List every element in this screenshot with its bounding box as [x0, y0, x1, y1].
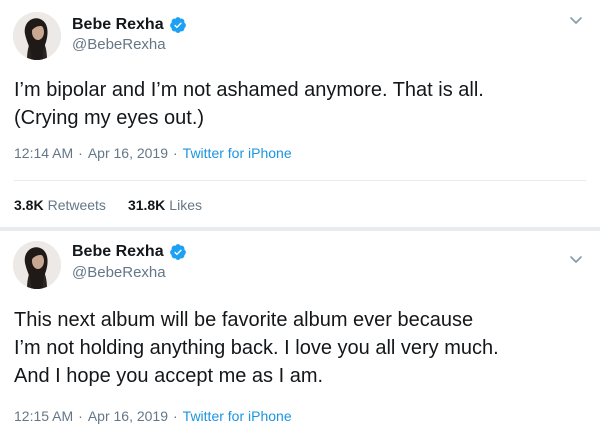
tweet-date[interactable]: Apr 16, 2019 — [88, 145, 168, 161]
tweet-text: I’m bipolar and I’m not ashamed anymore.… — [14, 79, 484, 129]
retweets-count: 3.8K — [14, 197, 44, 213]
tweet-text: This next album will be favorite album e… — [14, 309, 499, 387]
tweet-source-link[interactable]: Twitter for iPhone — [183, 408, 292, 424]
tweet-source-link[interactable]: Twitter for iPhone — [183, 145, 292, 161]
likes-stat[interactable]: 31.8K Likes — [128, 197, 202, 213]
avatar[interactable] — [13, 241, 61, 289]
author-handle[interactable]: @BebeRexha — [72, 36, 166, 53]
tweet-time[interactable]: 12:15 AM — [14, 408, 73, 424]
chevron-down-icon[interactable] — [568, 251, 584, 267]
tweet-stats: 3.8K Retweets 31.8K Likes — [14, 197, 224, 213]
retweets-stat[interactable]: 3.8K Retweets — [14, 197, 106, 213]
tweet-meta: 12:14 AM · Apr 16, 2019 · Twitter for iP… — [14, 145, 292, 161]
divider — [14, 180, 586, 181]
meta-separator: · — [78, 408, 83, 424]
meta-separator: · — [173, 145, 178, 161]
tweet-screenshot: Bebe Rexha @BebeRexha I’m bipolar and I’… — [0, 0, 600, 444]
likes-count: 31.8K — [127, 197, 166, 213]
chevron-down-icon[interactable] — [568, 12, 584, 28]
avatar[interactable] — [13, 12, 61, 60]
tweet-card: Bebe Rexha @BebeRexha I’m bipolar and I’… — [0, 0, 600, 227]
tweet-card: Bebe Rexha @BebeRexha This next album wi… — [0, 231, 600, 444]
author-row: Bebe Rexha — [72, 14, 187, 36]
tweet-meta: 12:15 AM · Apr 16, 2019 · Twitter for iP… — [14, 408, 292, 424]
author-row: Bebe Rexha — [72, 241, 187, 263]
meta-separator: · — [78, 145, 83, 161]
tweet-date[interactable]: Apr 16, 2019 — [88, 408, 168, 424]
likes-label: Likes — [169, 197, 202, 213]
author-name[interactable]: Bebe Rexha — [72, 243, 164, 261]
author-handle[interactable]: @BebeRexha — [72, 264, 166, 281]
meta-separator: · — [173, 408, 178, 424]
verified-badge-icon — [169, 16, 187, 34]
tweet-time[interactable]: 12:14 AM — [14, 145, 73, 161]
author-name[interactable]: Bebe Rexha — [72, 16, 164, 34]
verified-badge-icon — [169, 243, 187, 261]
retweets-label: Retweets — [47, 197, 106, 213]
